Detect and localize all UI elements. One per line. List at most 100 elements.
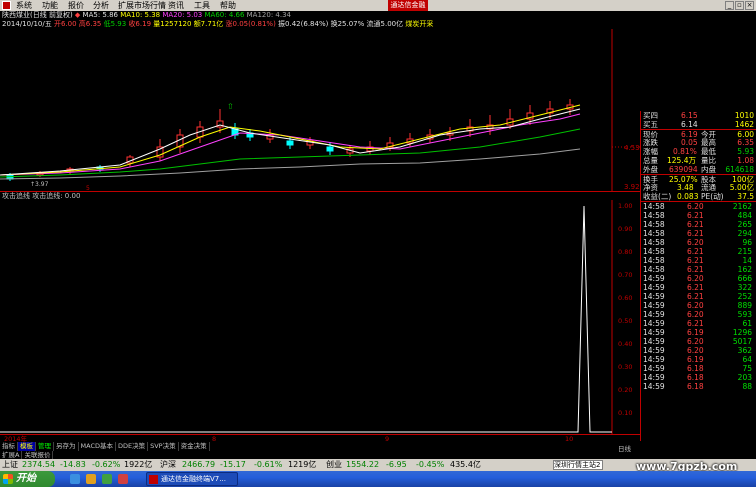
tick-price: 6.21 [687,220,704,229]
folder-icon[interactable] [86,474,96,484]
tab-extend-a[interactable]: 扩展A [0,451,23,459]
flow-label: 流通 [701,183,716,192]
tick-time: 14:59 [643,310,665,319]
ratio-value: 1.08 [737,156,754,165]
tick-volume: 64 [742,355,752,364]
flow-value: 5.00亿 [729,183,754,192]
tick-price: 6.20 [687,274,704,283]
tab-capital[interactable]: 资金决策 [179,442,210,451]
tick-list[interactable]: 14:58 6.20 2162 14:58 6.21 484 14:58 6.21 265 14:… [641,201,756,391]
taskbar: 开始 通达信金融终端V7... [0,471,756,487]
start-button[interactable]: 开始 [0,471,55,487]
tab-indicator[interactable]: 指标 [0,442,18,451]
taskbar-task-tdx[interactable]: 通达信金融终端V7... [146,472,238,486]
quote-pct-row: 涨幅 0.81% 最低 5.93 [641,147,756,156]
tab-macd[interactable]: MACD基本 [79,442,116,451]
menu-extended-market[interactable]: 扩展市场行情 [118,0,166,11]
close-icon[interactable]: × [745,1,754,10]
sz-value: 2466.79 [182,460,216,469]
ma-settings-icon[interactable]: ◆ [75,11,83,19]
tick-price: 6.21 [687,229,704,238]
inner-label: 内盘 [701,165,716,174]
tick-price: 6.20 [687,346,704,355]
menu-analysis[interactable]: 分析 [93,0,109,11]
restore-icon[interactable]: ▫ [735,1,744,10]
tick-volume: 593 [737,310,752,319]
info-change: 涨0.05(0.81%) [225,20,276,28]
buy5-volume: 1462 [734,120,754,129]
menu-help[interactable]: 帮助 [220,0,236,11]
quote-buy5-row: 买五 6.14 1462 [641,120,756,129]
tab-save-as[interactable]: 另存为 [54,442,79,451]
info-concept[interactable]: 煤炭开采 [405,20,433,28]
indicator-y-label: 0.40 [618,340,633,348]
menu-function[interactable]: 功能 [42,0,58,11]
kline-chart[interactable]: 4.53 3.92 ↑3.97 5 ⇧ [0,29,640,191]
indicator-y-label: 0.70 [618,271,633,279]
indicator-title: 攻击追线 攻击追线: 0.00 [2,192,81,200]
sh-label[interactable]: 上证 [2,459,18,471]
eps-label: 收益(二) [643,192,672,201]
low-value: 5.93 [737,147,754,156]
menu-tools[interactable]: 工具 [194,0,210,11]
tick-time: 14:59 [643,355,665,364]
indicator-y-label: 0.30 [618,363,633,371]
price-label-2: 3.92 [624,183,640,191]
tab-template[interactable]: 模板 [18,442,36,451]
indicator-tabs: 指标 模板 管理 另存为 MACD基本 DDE决策 SVP决策 资金决策 [0,442,640,451]
tick-volume: 265 [737,220,752,229]
tick-price: 6.19 [687,328,704,337]
low-marker: ↑3.97 [30,181,49,188]
tab-manage[interactable]: 管理 [36,442,54,451]
minimize-icon[interactable]: _ [725,1,734,10]
menu-quote[interactable]: 报价 [68,0,84,11]
ie-icon[interactable] [70,474,80,484]
quote-now-row: 现价 6.19 今开 6.00 [641,129,756,139]
info-high: 高6.35 [78,20,102,28]
tab-svp[interactable]: SVP决策 [148,442,179,451]
quote-nav-row: 净资 3.48 流通 5.00亿 [641,183,756,192]
menu-system[interactable]: 系统 [16,0,32,11]
media-icon[interactable] [102,474,112,484]
server-status[interactable]: 深圳行情主站2 [553,460,603,470]
tick-price: 6.21 [687,211,704,220]
quote-panel: 买四 6.15 1010 买五 6.14 1462 现价 6.19 今开 6.0… [640,111,756,441]
ma20-label: MA20: 5.03 [162,11,203,19]
tick-price: 6.21 [687,292,704,301]
indicator-area [0,200,612,434]
app-quick-icon[interactable] [118,474,128,484]
cy-label[interactable]: 创业 [326,459,342,471]
sh-amount: 1922亿 [124,460,153,469]
start-label: 开始 [16,473,36,484]
tick-price: 6.21 [687,319,704,328]
info-amount: 额7.71亿 [193,20,224,28]
tick-row: 14:59 6.18 203 [641,373,756,382]
tab-daily[interactable]: 日线 [618,443,631,453]
high-label: 最高 [701,138,716,147]
sz-label[interactable]: 沪深 [160,459,176,471]
app-icon [2,1,11,10]
ma120-label: MA120: 4.34 [246,11,291,19]
indicator-chart[interactable] [0,200,640,434]
tick-time: 14:59 [643,283,665,292]
tick-price: 6.19 [687,355,704,364]
buy5-price: 6.14 [681,120,698,129]
tick-row: 14:58 6.20 96 [641,238,756,247]
price-label-1: 4.53 [624,144,640,152]
cy-value: 1554.22 [346,460,380,469]
menu-news[interactable]: 资讯 [168,0,184,11]
tick-row: 14:58 6.20 2162 [641,202,756,211]
stock-title: 陕西煤业(日线 前复权) [2,11,73,19]
tick-time: 14:58 [643,265,665,274]
tab-dde[interactable]: DDE决策 [116,442,149,451]
tick-price: 6.20 [687,238,704,247]
tick-price: 6.18 [687,364,704,373]
ma5-label: MA5: 5.86 [82,11,118,19]
tick-row: 14:59 6.20 593 [641,310,756,319]
nav-value: 3.48 [677,183,694,192]
sz-amount: 1219亿 [288,460,317,469]
tick-volume: 96 [742,238,752,247]
tick-row: 14:59 6.21 61 [641,319,756,328]
tab-related-quote[interactable]: 关联报价 [22,451,54,459]
tick-price: 6.21 [687,256,704,265]
